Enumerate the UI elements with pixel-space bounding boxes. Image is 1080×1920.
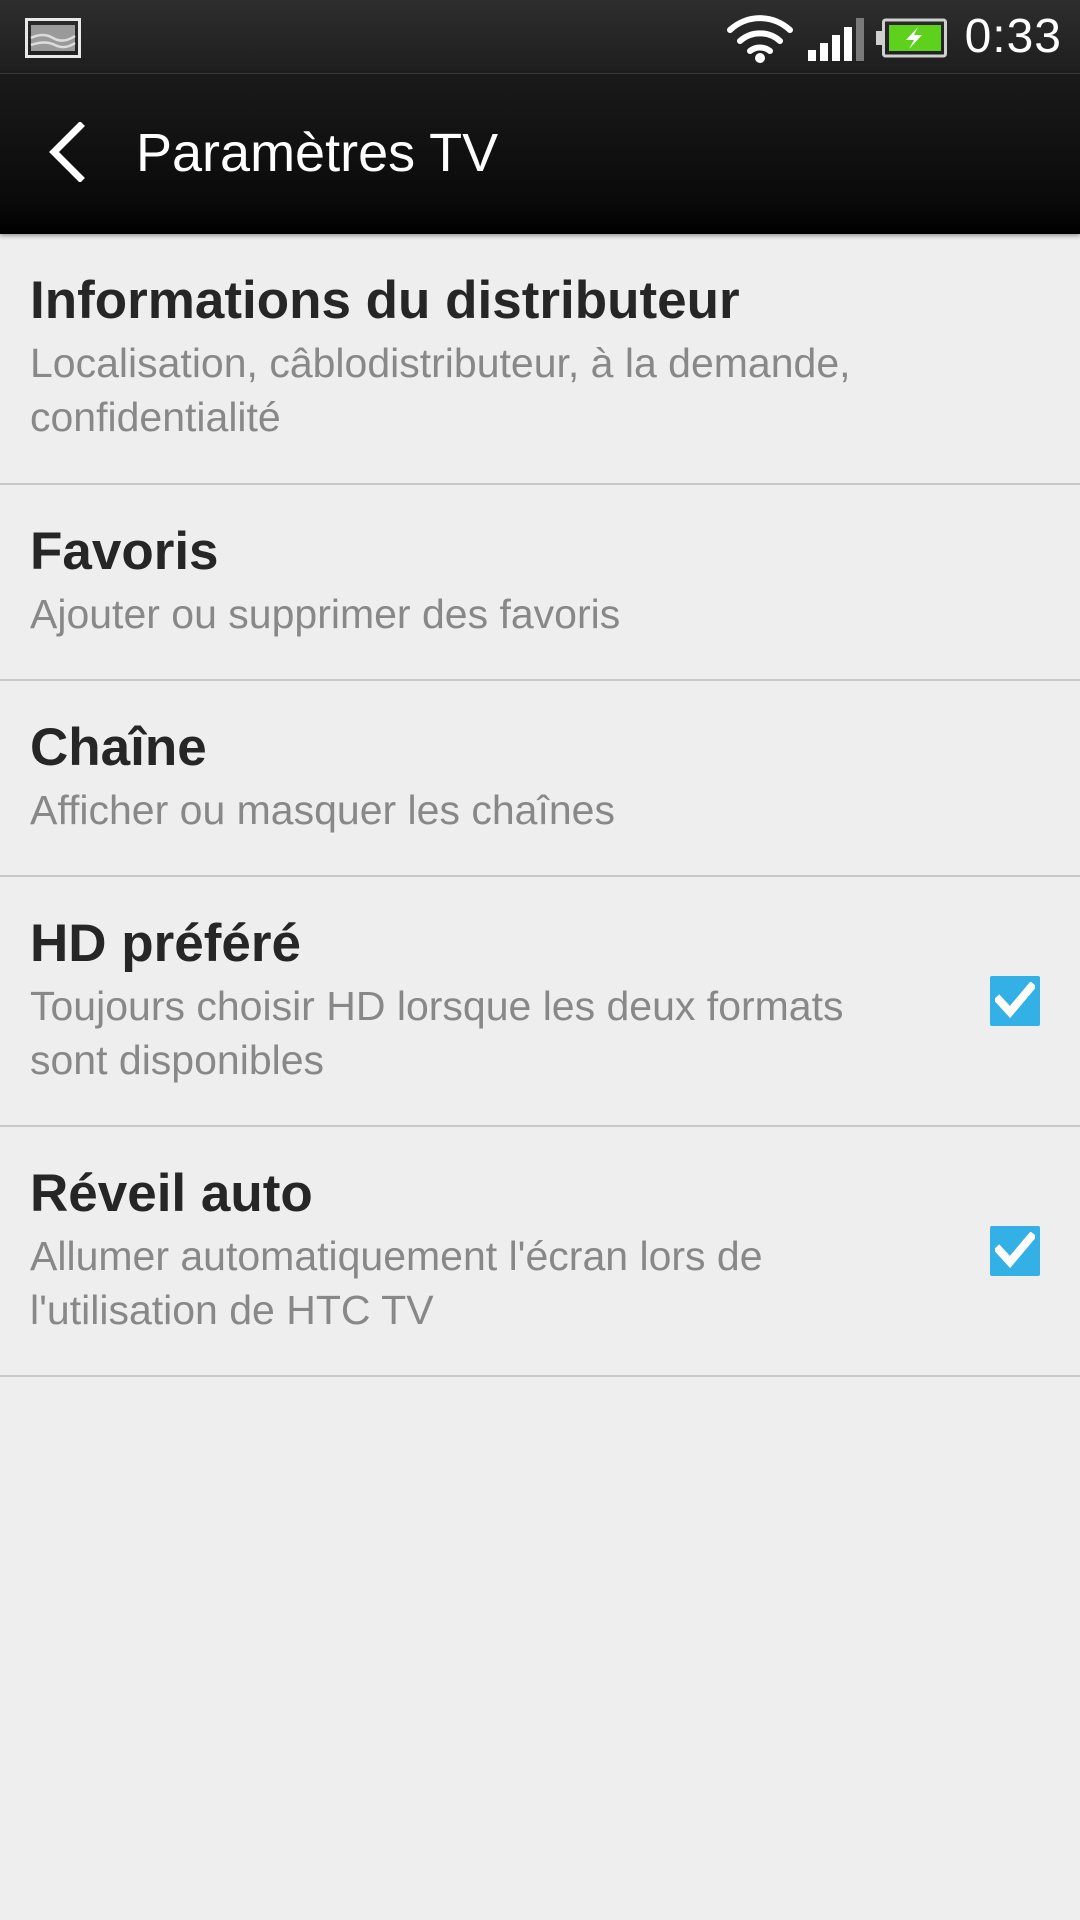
setting-distributor-info[interactable]: Informations du distributeur Localisatio… (0, 234, 1080, 485)
status-bar: 0:33 (0, 0, 1080, 74)
back-button[interactable] (30, 108, 120, 200)
setting-title: Informations du distributeur (30, 271, 740, 330)
status-clock: 0:33 (964, 10, 1062, 63)
setting-auto-wake[interactable]: Réveil auto Allumer automatiquement l'éc… (0, 1127, 1080, 1377)
action-bar: Paramètres TV (0, 74, 1080, 234)
chevron-left-icon (49, 122, 85, 182)
setting-title: Favoris (30, 522, 219, 581)
setting-title: Chaîne (30, 718, 207, 777)
setting-subtitle: Ajouter ou supprimer des favoris (30, 591, 621, 637)
checkmark-icon (995, 1232, 1035, 1269)
setting-subtitle: Toujours choisir HD lorsque les deux for… (30, 983, 844, 1083)
image-notification-icon (25, 18, 81, 58)
hd-preferred-checkbox[interactable] (990, 976, 1040, 1026)
setting-subtitle: Allumer automatiquement l'écran lors de … (30, 1233, 763, 1333)
setting-favorites[interactable]: Favoris Ajouter ou supprimer des favoris (0, 485, 1080, 681)
auto-wake-checkbox[interactable] (990, 1226, 1040, 1276)
setting-channel[interactable]: Chaîne Afficher ou masquer les chaînes (0, 681, 1080, 877)
setting-title: Réveil auto (30, 1164, 313, 1223)
checkmark-icon (995, 982, 1035, 1019)
setting-subtitle: Afficher ou masquer les chaînes (30, 787, 615, 833)
setting-hd-preferred[interactable]: HD préféré Toujours choisir HD lorsque l… (0, 877, 1080, 1127)
cell-signal-icon (808, 18, 864, 61)
page-title: Paramètres TV (136, 123, 499, 183)
setting-title: HD préféré (30, 914, 301, 973)
setting-subtitle: Localisation, câblodistributeur, à la de… (30, 340, 851, 440)
wifi-icon (727, 15, 793, 63)
settings-list: Informations du distributeur Localisatio… (0, 234, 1080, 1377)
battery-charging-icon (876, 18, 947, 58)
